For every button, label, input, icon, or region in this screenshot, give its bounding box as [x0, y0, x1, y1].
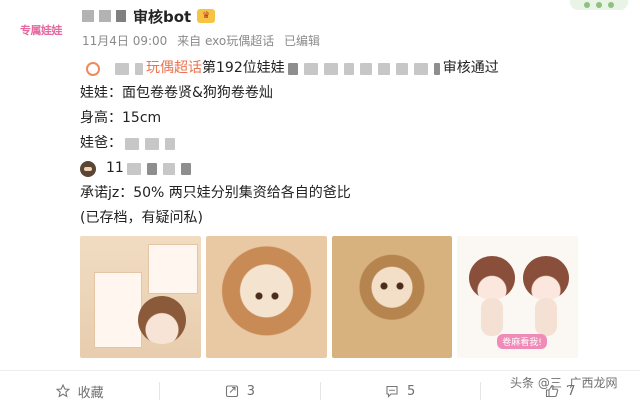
sketch-tag: 卷麻看我!	[497, 334, 547, 349]
doll-eyes	[376, 282, 407, 290]
redacted-block	[343, 62, 354, 75]
doll-eyes	[251, 292, 282, 300]
redacted-block	[287, 62, 298, 75]
comment-button[interactable]: 5	[321, 372, 480, 410]
favorite-label: 收藏	[77, 385, 104, 401]
divider	[0, 370, 640, 371]
content-line-7: (已存档，有疑问私)	[80, 210, 203, 226]
redacted-block	[433, 62, 440, 75]
watermark: 头条 @三 .广西龙网	[510, 374, 617, 391]
doll-info-card-image[interactable]	[80, 236, 201, 358]
doll-face-illustration	[138, 296, 186, 344]
line1-suffix: 审核通过	[442, 60, 499, 76]
favorite-button[interactable]: 收藏	[0, 372, 159, 410]
redacted-block	[99, 10, 111, 22]
comment-icon	[386, 385, 398, 398]
avatar-logo: 专属娃娃	[20, 24, 63, 37]
bear-hat-doll-image[interactable]	[331, 236, 453, 358]
redacted-block	[115, 62, 129, 75]
redacted-block	[165, 137, 175, 150]
repost-icon	[225, 385, 238, 398]
sketch-face-left	[469, 256, 516, 300]
line4-label: 娃爸：	[80, 135, 122, 151]
edited-label[interactable]: 已编辑	[284, 34, 320, 48]
super-topic-link[interactable]: 玩偶超话	[146, 56, 202, 81]
redacted-block	[395, 62, 408, 75]
redacted-block	[145, 137, 159, 150]
repost-button[interactable]: 3	[160, 372, 319, 410]
redacted-block	[377, 62, 390, 75]
super-topic-icon	[86, 61, 100, 76]
redacted-block	[162, 162, 175, 175]
sketch-body-right	[535, 298, 558, 336]
content-line-2: 娃娃：面包卷卷贤&狗狗卷卷灿	[80, 85, 273, 101]
star-icon	[55, 384, 70, 398]
line5-number: 11	[106, 160, 124, 176]
redacted-block	[323, 62, 338, 75]
redacted-block	[135, 62, 143, 75]
redacted-block	[126, 162, 141, 175]
image-grid: 卷麻看我!	[80, 236, 578, 358]
info-card	[94, 272, 142, 348]
line1-prefix: 第192位娃娃	[202, 60, 285, 76]
weibo-post: 专属娃娃 审核bot ♛ 11月4日 09:00 来自 exo玩偶超话 已编辑 …	[0, 0, 640, 412]
post-date[interactable]: 11月4日 09:00	[82, 34, 167, 48]
doll-design-sketch-image[interactable]: 卷麻看我!	[457, 236, 578, 358]
username-row: 审核bot ♛	[82, 6, 216, 27]
comment-count: 5	[406, 383, 416, 399]
redacted-block	[359, 62, 372, 75]
avatar[interactable]: 专属娃娃	[12, 6, 70, 54]
redacted-block	[125, 137, 139, 150]
bear-emoji-icon	[80, 160, 96, 177]
post-content: 玩偶超话 第192位娃娃 审核通过 娃娃：面包卷卷贤&狗狗卷卷灿 身高：15cm…	[80, 56, 620, 231]
redacted-block	[82, 10, 94, 22]
top-badge	[570, 0, 628, 10]
redacted-block	[413, 62, 428, 75]
sketch-body-left	[481, 298, 504, 336]
watermark-text: 头条 @三 .广西龙网	[510, 376, 618, 390]
post-meta: 11月4日 09:00 来自 exo玩偶超话 已编辑	[82, 32, 326, 49]
curly-doll-image[interactable]	[205, 236, 327, 358]
content-line-3: 身高：15cm	[80, 110, 162, 126]
repost-count: 3	[246, 383, 256, 399]
content-line-1: 玩偶超话 第192位娃娃 审核通过	[80, 56, 620, 81]
content-line-4: 娃爸：	[80, 131, 620, 156]
post-source[interactable]: 来自 exo玩偶超话	[177, 34, 274, 48]
info-card-header	[148, 244, 198, 294]
redacted-block	[303, 62, 318, 75]
redacted-block	[146, 162, 157, 175]
sketch-face-right	[523, 256, 570, 300]
redacted-block	[116, 10, 126, 22]
username[interactable]: 审核bot	[133, 6, 191, 27]
redacted-block	[180, 162, 191, 175]
content-line-6: 承诺jz：50% 两只娃分别集资给各自的爸比	[80, 185, 351, 201]
content-line-5: 11	[80, 156, 620, 181]
crown-icon: ♛	[197, 9, 216, 23]
